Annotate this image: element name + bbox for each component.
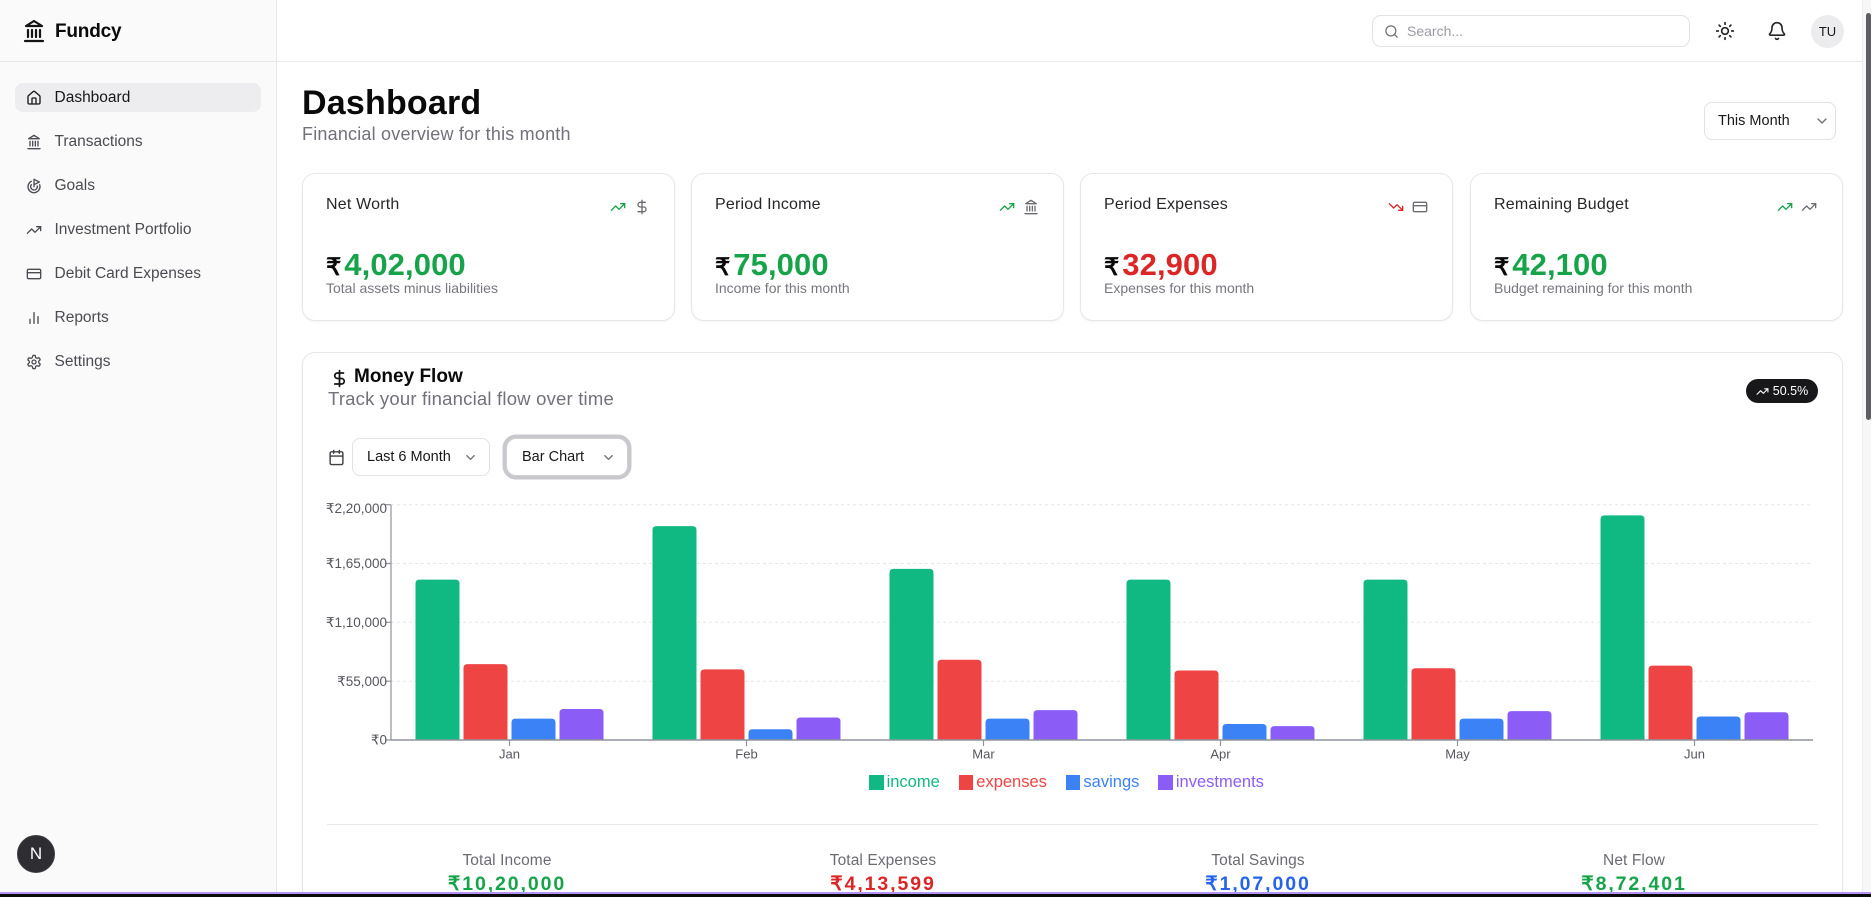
svg-text:₹1,10,000: ₹1,10,000 bbox=[326, 615, 387, 630]
svg-text:Apr: Apr bbox=[1210, 747, 1231, 762]
svg-text:Feb: Feb bbox=[735, 747, 757, 762]
svg-text:₹2,20,000: ₹2,20,000 bbox=[326, 501, 387, 516]
svg-text:₹1,65,000: ₹1,65,000 bbox=[326, 556, 387, 571]
svg-text:₹0: ₹0 bbox=[371, 733, 387, 748]
svg-text:May: May bbox=[1445, 747, 1470, 762]
svg-text:Jun: Jun bbox=[1684, 747, 1705, 762]
svg-text:₹55,000: ₹55,000 bbox=[337, 674, 387, 689]
svg-text:Mar: Mar bbox=[972, 747, 995, 762]
svg-text:Jan: Jan bbox=[499, 747, 520, 762]
